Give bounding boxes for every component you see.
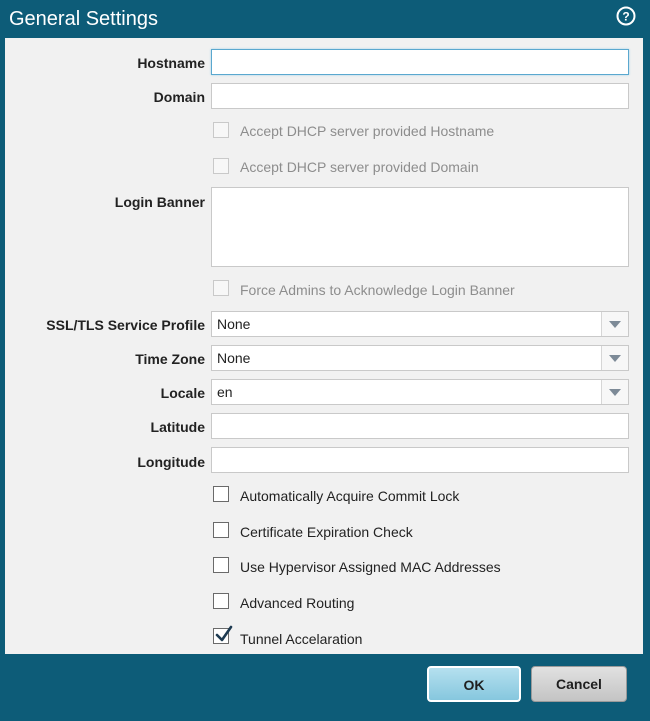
ssl-tls-profile-select[interactable]: None (211, 311, 629, 337)
force-admins-acknowledge-checkbox[interactable] (213, 280, 229, 296)
certificate-expiration-check-checkbox[interactable] (213, 522, 229, 538)
time-zone-value: None (217, 350, 251, 366)
tunnel-acceleration-checkbox[interactable] (213, 625, 233, 644)
locale-select[interactable]: en (211, 379, 629, 405)
auto-commit-lock-checkbox[interactable] (213, 486, 229, 502)
hostname-label: Hostname (137, 55, 205, 71)
accept-dhcp-hostname-label: Accept DHCP server provided Hostname (240, 123, 495, 139)
login-banner-textarea[interactable] (211, 187, 629, 267)
accept-dhcp-domain-checkbox[interactable] (213, 158, 229, 174)
checkmark-icon (215, 625, 233, 642)
time-zone-select[interactable]: None (211, 345, 629, 371)
chevron-down-icon[interactable] (601, 380, 628, 404)
certificate-expiration-check-label: Certificate Expiration Check (240, 524, 413, 540)
time-zone-label: Time Zone (135, 351, 205, 367)
locale-value: en (217, 384, 233, 400)
svg-text:?: ? (622, 10, 629, 24)
hypervisor-mac-checkbox[interactable] (213, 557, 229, 573)
tunnel-acceleration-label: Tunnel Accelaration (240, 631, 363, 647)
accept-dhcp-domain-label: Accept DHCP server provided Domain (240, 159, 479, 175)
login-banner-label: Login Banner (114, 194, 205, 210)
longitude-label: Longitude (137, 454, 205, 470)
question-circle-icon[interactable]: ? (616, 6, 636, 26)
force-admins-acknowledge-label: Force Admins to Acknowledge Login Banner (240, 282, 515, 298)
ssl-tls-profile-label: SSL/TLS Service Profile (46, 317, 205, 333)
hostname-input[interactable] (211, 49, 629, 75)
ok-button[interactable]: OK (427, 666, 521, 702)
advanced-routing-checkbox[interactable] (213, 593, 229, 609)
accept-dhcp-hostname-checkbox[interactable] (213, 122, 229, 138)
chevron-down-icon[interactable] (601, 312, 628, 336)
advanced-routing-label: Advanced Routing (240, 595, 355, 611)
dialog-footer: OK Cancel (0, 654, 650, 721)
domain-input[interactable] (211, 83, 629, 109)
chevron-down-icon[interactable] (601, 346, 628, 370)
longitude-input[interactable] (211, 447, 629, 473)
dialog-body: Hostname Domain Accept DHCP server provi… (5, 38, 643, 654)
auto-commit-lock-label: Automatically Acquire Commit Lock (240, 488, 460, 504)
hypervisor-mac-label: Use Hypervisor Assigned MAC Addresses (240, 559, 501, 575)
latitude-label: Latitude (150, 419, 205, 435)
domain-label: Domain (153, 89, 205, 105)
dialog-title: General Settings (9, 8, 158, 30)
ssl-tls-profile-value: None (217, 316, 251, 332)
latitude-input[interactable] (211, 413, 629, 439)
cancel-button[interactable]: Cancel (531, 666, 627, 702)
locale-label: Locale (160, 385, 205, 401)
dialog-titlebar: General Settings ? (0, 0, 650, 38)
